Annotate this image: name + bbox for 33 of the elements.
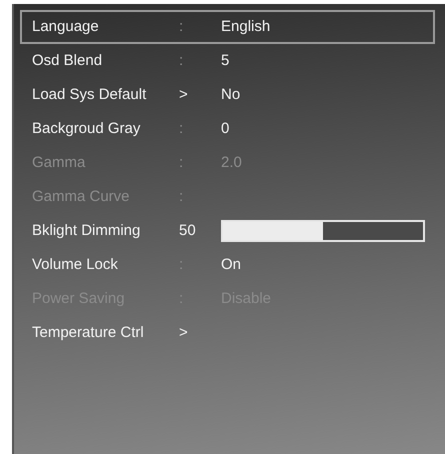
item-label: Bklight Dimming	[31, 220, 142, 241]
item-label: Language	[31, 16, 100, 37]
item-separator: >	[179, 322, 189, 343]
item-label: Gamma Curve	[31, 186, 131, 207]
menu-item[interactable]: Backgroud Gray : 0	[20, 112, 435, 146]
item-label: Osd Blend	[31, 50, 104, 71]
item-separator: :	[179, 16, 184, 37]
item-separator: :	[179, 50, 184, 71]
item-separator: :	[179, 152, 184, 173]
item-separator: >	[179, 84, 189, 105]
item-separator: :	[179, 254, 184, 275]
item-separator: :	[179, 288, 184, 309]
item-label: Gamma	[31, 152, 86, 173]
slider-track[interactable]	[221, 220, 425, 242]
item-value: 5	[221, 50, 230, 71]
menu-item[interactable]: Temperature Ctrl >	[20, 316, 435, 350]
item-value: On	[221, 254, 242, 275]
menu-item[interactable]: Bklight Dimming 50	[20, 214, 435, 248]
menu-item[interactable]: Language : English	[20, 10, 435, 44]
slider-reading: 50	[179, 220, 197, 241]
item-label: Load Sys Default	[31, 84, 148, 105]
menu-item[interactable]: Load Sys Default > No	[20, 78, 435, 112]
item-label: Volume Lock	[31, 254, 119, 275]
item-separator: :	[179, 186, 184, 207]
item-value: No	[221, 84, 240, 105]
item-value: English	[221, 16, 270, 37]
menu-item[interactable]: Volume Lock : On	[20, 248, 435, 282]
menu-item[interactable]: Osd Blend : 5	[20, 44, 435, 78]
item-label: Backgroud Gray	[31, 118, 142, 139]
item-value: 2.0	[221, 152, 242, 173]
item-label: Temperature Ctrl	[31, 322, 145, 343]
item-value: 0	[221, 118, 230, 139]
item-separator: :	[179, 118, 184, 139]
